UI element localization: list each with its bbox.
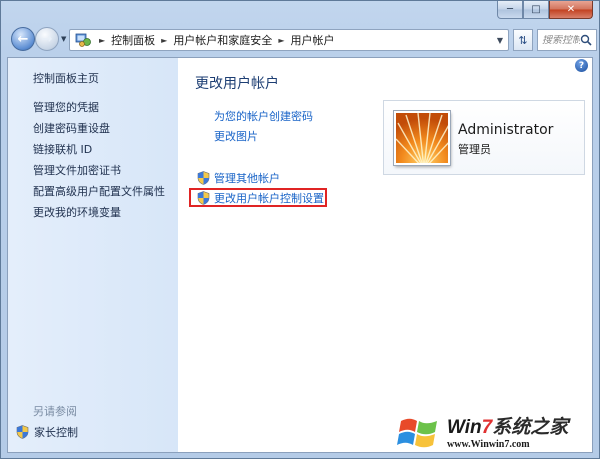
navigation-bar: ← → ▼ ► 控制面板 ► 用户帐户和家庭安全 ► 用户帐户 ▼ ⇅ — [9, 27, 597, 53]
explorer-window: ─ □ ✕ ← → ▼ ► 控制面板 ► 用户帐户和家庭安全 ► 用户帐户 ▼ … — [0, 0, 600, 459]
breadcrumb-user-accounts-family[interactable]: 用户帐户和家庭安全 — [173, 32, 272, 48]
sidebar-home-link[interactable]: 控制面板主页 — [33, 70, 99, 86]
main-pane: ? 更改用户帐户 为您的帐户创建密码 更改图片 管理其他帐户 更改用户帐户控制设… — [178, 58, 592, 452]
search-input[interactable] — [542, 34, 580, 46]
control-panel-icon — [75, 33, 91, 47]
sidebar-item-encryption-certs[interactable]: 管理文件加密证书 — [33, 162, 121, 178]
task-pane: 控制面板主页 管理您的凭据 创建密码重设盘 链接联机 ID 管理文件加密证书 配… — [8, 58, 178, 452]
refresh-icon: ⇅ — [518, 33, 528, 47]
forward-button[interactable]: → — [35, 27, 59, 51]
maximize-button[interactable]: □ — [523, 1, 549, 19]
content-area: 控制面板主页 管理您的凭据 创建密码重设盘 链接联机 ID 管理文件加密证书 配… — [7, 57, 593, 453]
flower-avatar-icon — [396, 113, 448, 163]
address-bar[interactable]: ► 控制面板 ► 用户帐户和家庭安全 ► 用户帐户 ▼ — [69, 29, 509, 51]
caption-buttons: ─ □ ✕ — [497, 1, 593, 19]
page-title: 更改用户帐户 — [195, 76, 279, 92]
sidebar-item-manage-credentials[interactable]: 管理您的凭据 — [33, 99, 99, 115]
address-dropdown[interactable]: ▼ — [492, 36, 508, 45]
change-uac-settings-link[interactable]: 更改用户帐户控制设置 — [197, 190, 324, 206]
breadcrumb-separator[interactable]: ► — [161, 36, 167, 45]
breadcrumb-separator[interactable]: ► — [99, 36, 105, 45]
uac-shield-icon — [197, 191, 210, 205]
avatar[interactable] — [394, 111, 450, 165]
breadcrumb-control-panel[interactable]: 控制面板 — [111, 32, 155, 48]
user-role: 管理员 — [458, 143, 491, 156]
create-password-link[interactable]: 为您的帐户创建密码 — [214, 108, 313, 124]
sidebar-item-password-reset-disk[interactable]: 创建密码重设盘 — [33, 120, 110, 136]
change-picture-link[interactable]: 更改图片 — [214, 128, 258, 144]
arrow-left-icon: ← — [17, 31, 29, 47]
windows-logo-icon — [397, 418, 437, 448]
uac-shield-icon — [16, 425, 29, 439]
user-name: Administrator — [458, 122, 554, 138]
minimize-button[interactable]: ─ — [497, 1, 523, 19]
change-uac-settings-label: 更改用户帐户控制设置 — [214, 192, 324, 205]
breadcrumb-separator[interactable]: ► — [278, 36, 284, 45]
search-box[interactable] — [537, 29, 597, 51]
watermark-brand: Win7系统之家 — [447, 416, 569, 438]
parental-control-label: 家长控制 — [34, 426, 78, 439]
sidebar-item-link-online-id[interactable]: 链接联机 ID — [33, 141, 92, 157]
watermark: Win7系统之家 www.Winwin7.com — [397, 409, 597, 457]
sidebar-item-profile-properties[interactable]: 配置高级用户配置文件属性 — [33, 183, 165, 199]
recent-pages-dropdown[interactable]: ▼ — [61, 35, 69, 43]
help-icon[interactable]: ? — [575, 59, 588, 72]
parental-control-link[interactable]: 家长控制 — [16, 424, 78, 440]
search-icon[interactable] — [580, 34, 592, 46]
manage-other-accounts-label: 管理其他帐户 — [214, 172, 280, 185]
refresh-button[interactable]: ⇅ — [513, 29, 533, 51]
close-button[interactable]: ✕ — [549, 1, 593, 19]
user-account-card: Administrator 管理员 — [383, 100, 585, 175]
breadcrumb-user-accounts[interactable]: 用户帐户 — [290, 32, 334, 48]
sidebar-item-environment-variables[interactable]: 更改我的环境变量 — [33, 204, 121, 220]
arrow-right-icon: → — [41, 31, 53, 47]
uac-shield-icon — [197, 171, 210, 185]
manage-other-accounts-link[interactable]: 管理其他帐户 — [197, 170, 280, 186]
see-also-heading: 另请参阅 — [33, 405, 77, 418]
back-button[interactable]: ← — [11, 27, 35, 51]
watermark-url: www.Winwin7.com — [447, 438, 530, 450]
breadcrumb: 控制面板 ► 用户帐户和家庭安全 ► 用户帐户 — [111, 32, 334, 48]
